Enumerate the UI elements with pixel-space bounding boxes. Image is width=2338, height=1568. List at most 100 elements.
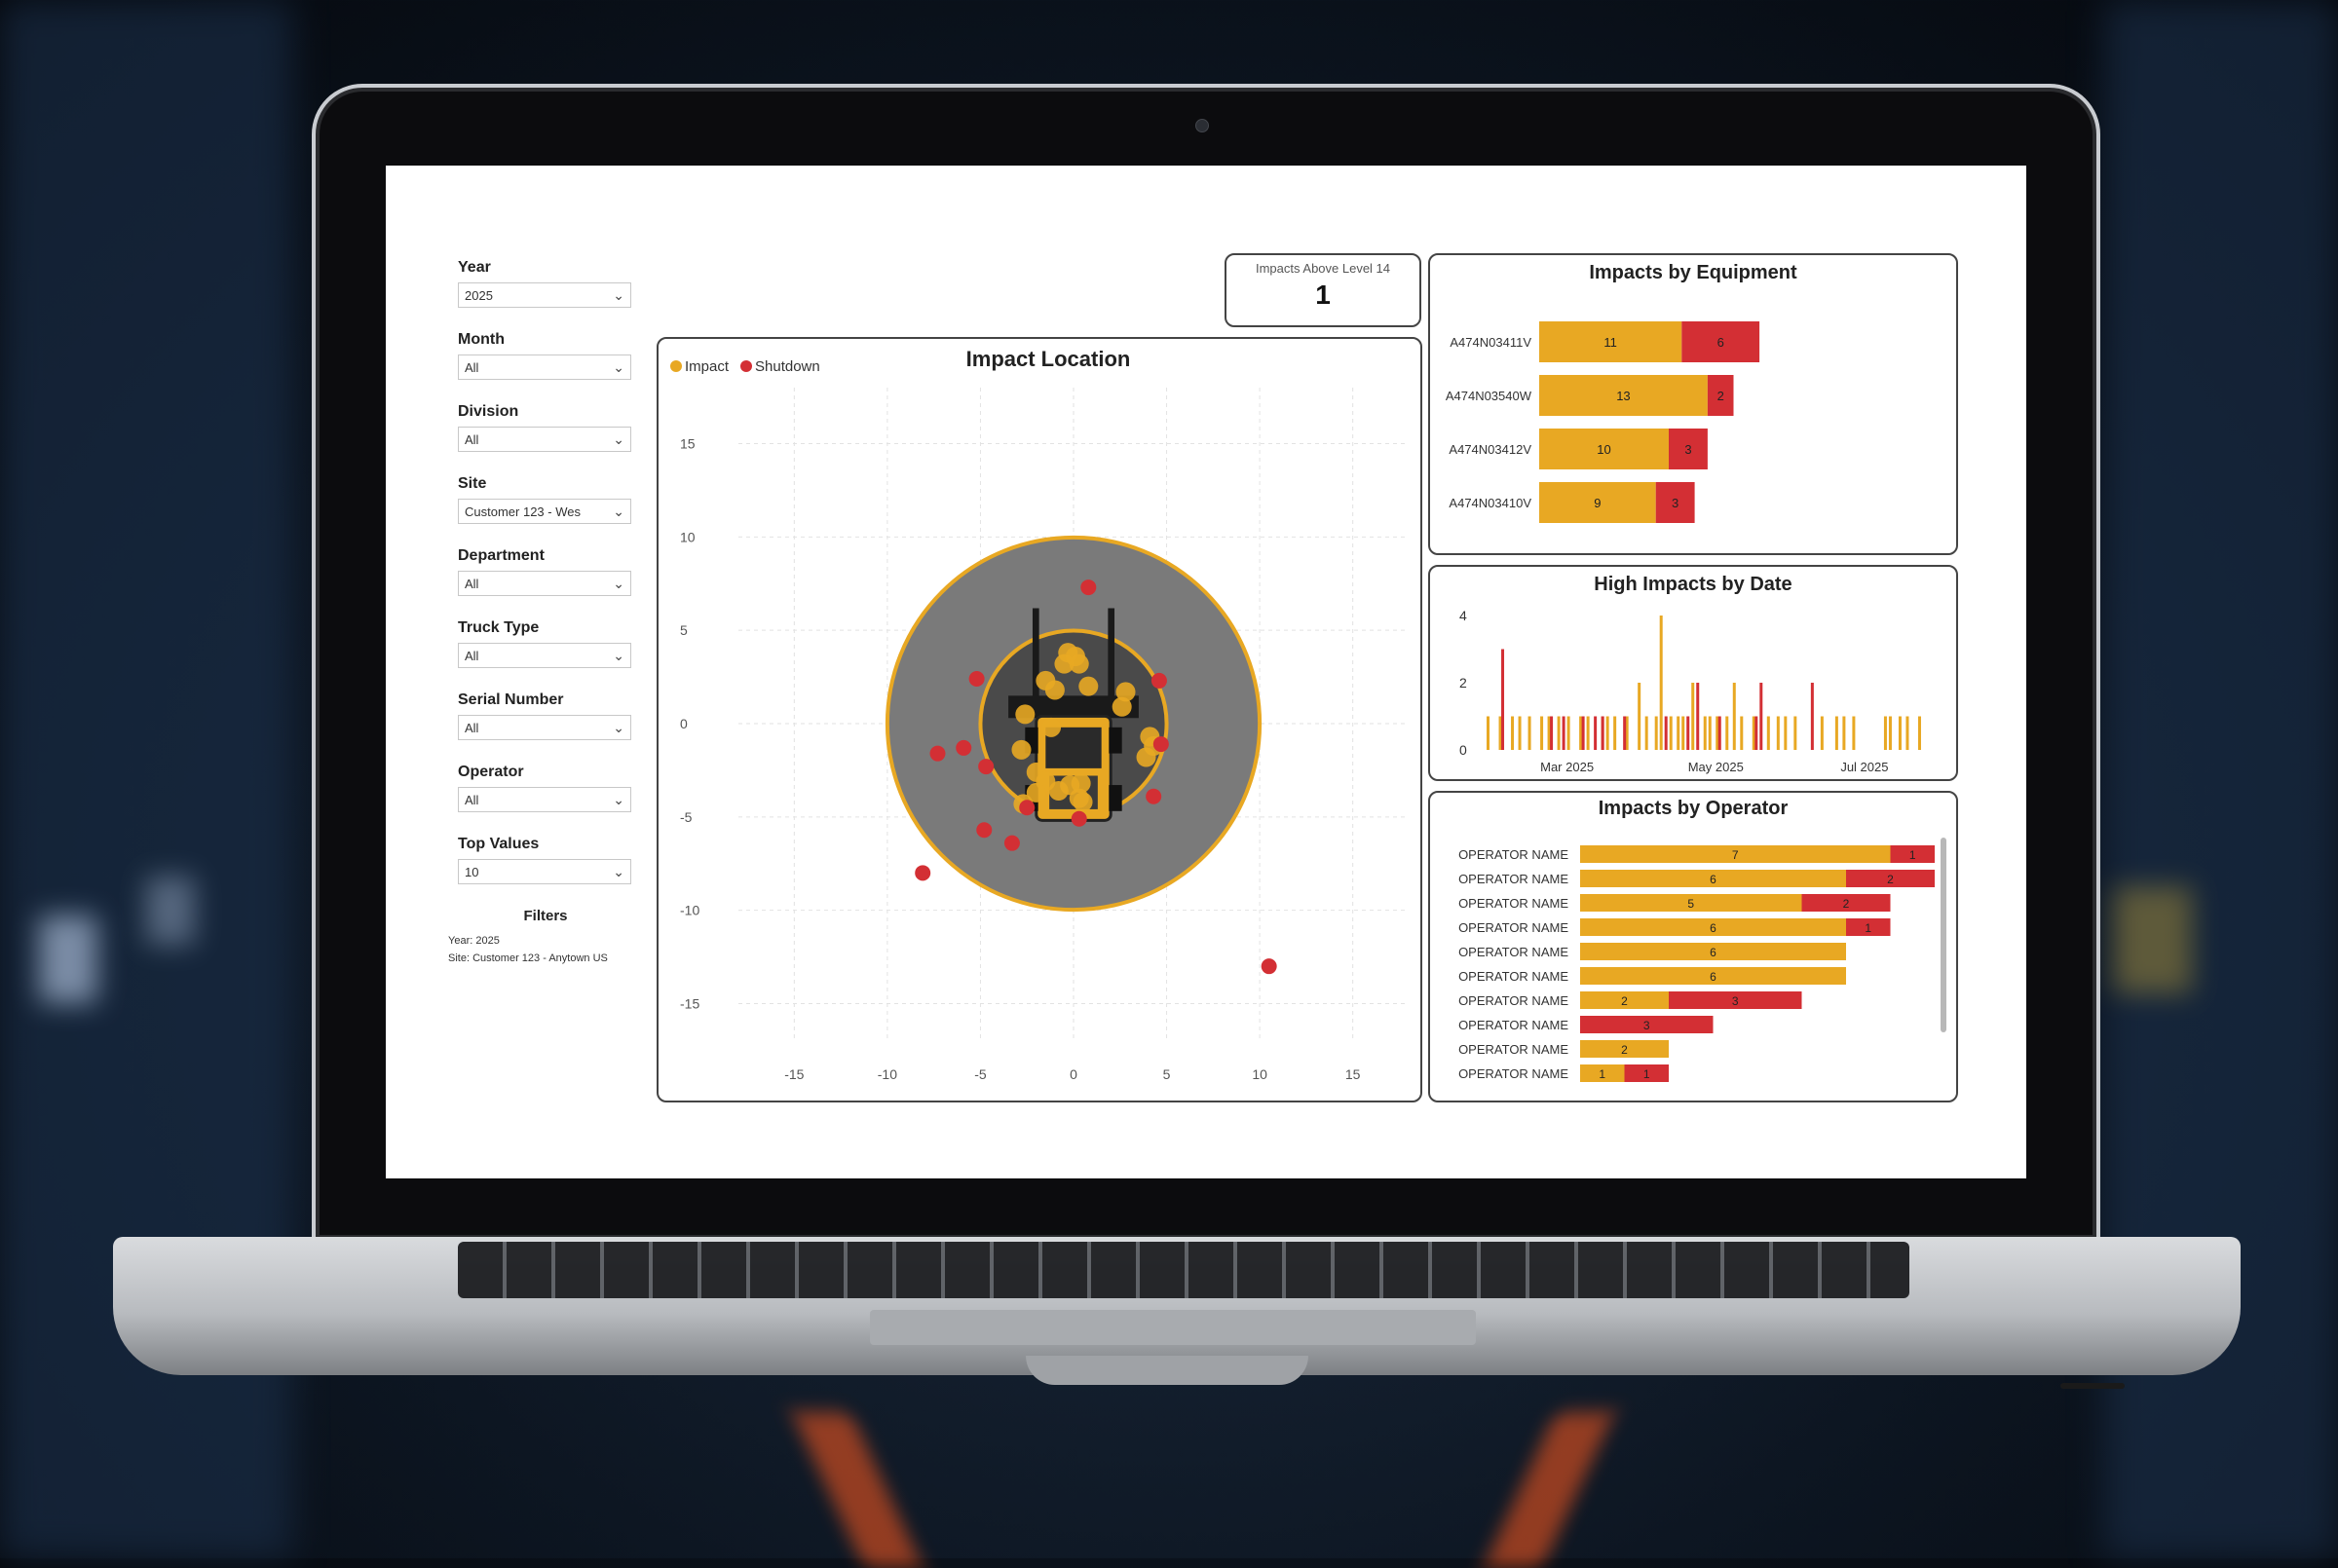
y-tick-label: 4 <box>1459 608 1467 623</box>
y-tick-label: 10 <box>680 529 696 544</box>
impact-bar <box>1566 716 1570 750</box>
data-label: 2 <box>1621 1043 1628 1057</box>
legend-marker-icon <box>740 360 752 372</box>
filters-line: Site: Customer 123 - Anytown US <box>448 952 608 964</box>
kpi-card[interactable]: Impacts Above Level 14 1 <box>1225 253 1421 327</box>
slicer-label: Month <box>458 331 505 348</box>
impact-point <box>1136 747 1156 767</box>
data-label: 1 <box>1643 1067 1650 1081</box>
data-label: 6 <box>1710 946 1716 959</box>
impact-point <box>1041 717 1062 737</box>
slicer-operator: Operator All ⌄ <box>458 764 633 812</box>
operator-label: OPERATOR NAME <box>1458 1066 1568 1081</box>
slicer-dropdown[interactable]: All ⌄ <box>458 715 631 740</box>
background-light <box>39 915 97 1003</box>
shutdown-bar <box>1754 716 1758 750</box>
data-label: 11 <box>1603 335 1617 350</box>
slicer-dropdown[interactable]: Customer 123 - Wes ⌄ <box>458 499 631 524</box>
slicer-label: Site <box>458 475 487 492</box>
impact-bar <box>1888 716 1892 750</box>
slicer-month: Month All ⌄ <box>458 331 633 380</box>
y-tick-label: 0 <box>680 716 688 731</box>
slicer-dropdown[interactable]: All ⌄ <box>458 571 631 596</box>
data-label: 6 <box>1717 335 1724 350</box>
shutdown-bar <box>1664 716 1668 750</box>
scrollbar[interactable] <box>1941 838 1946 1032</box>
impact-point <box>1069 653 1089 674</box>
slicer-dropdown[interactable]: All ⌄ <box>458 355 631 380</box>
high-impacts-by-date-chart[interactable]: High Impacts by Date 4 2 0 Mar 2025 May 2025 J… <box>1430 567 1956 779</box>
x-tick-label: -10 <box>878 1066 897 1082</box>
filters-line: Year: 2025 <box>448 935 500 947</box>
impacts-by-operator-chart[interactable]: Impacts by Operator OPERATOR NAME 7 1 OPERAT… <box>1430 793 1956 1101</box>
impact-bar <box>1518 716 1522 750</box>
slicer-top-values: Top Values 10 ⌄ <box>458 836 633 884</box>
x-tick-label: 10 <box>1252 1066 1267 1082</box>
impact-bar <box>1586 716 1590 750</box>
operator-label: OPERATOR NAME <box>1458 872 1568 886</box>
impact-location-card[interactable]: Impact Location Impact Shutdown -15 -10 -5 0 5 1… <box>657 337 1422 1102</box>
impact-bar <box>1852 716 1856 750</box>
impact-bar <box>1681 716 1685 750</box>
impact-bar <box>1834 716 1838 750</box>
shutdown-point <box>1080 579 1097 596</box>
dashboard-screen: Year 2025 ⌄ Month All ⌄ Division All ⌄ Site… <box>386 166 2026 1178</box>
chart-title: Impact Location <box>966 347 1131 371</box>
y-tick-label: 5 <box>680 622 688 638</box>
shutdown-bar <box>1581 716 1585 750</box>
chevron-down-icon: ⌄ <box>613 359 624 375</box>
slicer-dropdown[interactable]: All ⌄ <box>458 643 631 668</box>
slicer-value: All <box>465 432 479 447</box>
impact-bar <box>1487 716 1490 750</box>
slicer-dropdown[interactable]: 2025 ⌄ <box>458 282 631 308</box>
impact-bar <box>1708 716 1712 750</box>
slicer-dropdown[interactable]: All ⌄ <box>458 787 631 812</box>
slicer-label: Truck Type <box>458 619 540 636</box>
impact-bar <box>1677 716 1680 750</box>
impact-bar <box>1740 716 1744 750</box>
impact-bar <box>1527 716 1531 750</box>
impact-bar <box>1703 716 1707 750</box>
slicer-value: All <box>465 360 479 375</box>
slicer-label: Year <box>458 259 491 276</box>
impact-location-chart[interactable]: Impact Location Impact Shutdown -15 -10 -5 0 5 1… <box>659 339 1420 1101</box>
slicer-dropdown[interactable]: 10 ⌄ <box>458 859 631 884</box>
data-label: 1 <box>1909 848 1916 862</box>
impacts-by-equipment-card[interactable]: Impacts by Equipment A474N03411V 11 6 A474N0… <box>1428 253 1958 555</box>
data-label: 13 <box>1616 389 1630 403</box>
y-tick-label: 2 <box>1459 675 1467 691</box>
slicer-label: Serial Number <box>458 691 564 708</box>
data-label: 2 <box>1717 389 1724 403</box>
background-light <box>2114 886 2192 993</box>
data-label: 1 <box>1599 1067 1605 1081</box>
filters-title: Filters <box>523 908 568 924</box>
impacts-by-operator-card[interactable]: Impacts by Operator OPERATOR NAME 7 1 OPERAT… <box>1428 791 1958 1102</box>
shutdown-point <box>976 822 993 839</box>
operator-label: OPERATOR NAME <box>1458 1018 1568 1032</box>
slicer-dropdown[interactable]: All ⌄ <box>458 427 631 452</box>
impact-bar <box>1898 716 1902 750</box>
chart-title: High Impacts by Date <box>1594 574 1791 595</box>
impact-bar <box>1725 716 1729 750</box>
background-floor-line <box>1483 1412 1615 1568</box>
shutdown-point <box>1152 736 1169 753</box>
shutdown-bar <box>1759 683 1763 750</box>
slicer-serial-number: Serial Number All ⌄ <box>458 691 633 740</box>
x-tick-label: May 2025 <box>1688 760 1744 774</box>
impact-bar <box>1644 716 1648 750</box>
impacts-by-equipment-chart[interactable]: Impacts by Equipment A474N03411V 11 6 A474N0… <box>1430 255 1956 553</box>
impact-bar <box>1905 716 1909 750</box>
shutdown-point <box>1261 958 1277 975</box>
chart-title: Impacts by Operator <box>1599 798 1789 819</box>
shutdown-point <box>915 865 931 881</box>
data-label: 5 <box>1687 897 1694 911</box>
x-tick-label: -15 <box>784 1066 804 1082</box>
category-label: A474N03411V <box>1450 335 1531 350</box>
slicer-value: All <box>465 793 479 807</box>
laptop-notch <box>1026 1356 1308 1385</box>
chevron-down-icon: ⌄ <box>613 431 624 447</box>
impact-bar <box>1784 716 1788 750</box>
background-light <box>146 877 195 945</box>
high-impacts-by-date-card[interactable]: High Impacts by Date 4 2 0 Mar 2025 May 2025 J… <box>1428 565 1958 781</box>
x-tick-label: 0 <box>1070 1066 1077 1082</box>
